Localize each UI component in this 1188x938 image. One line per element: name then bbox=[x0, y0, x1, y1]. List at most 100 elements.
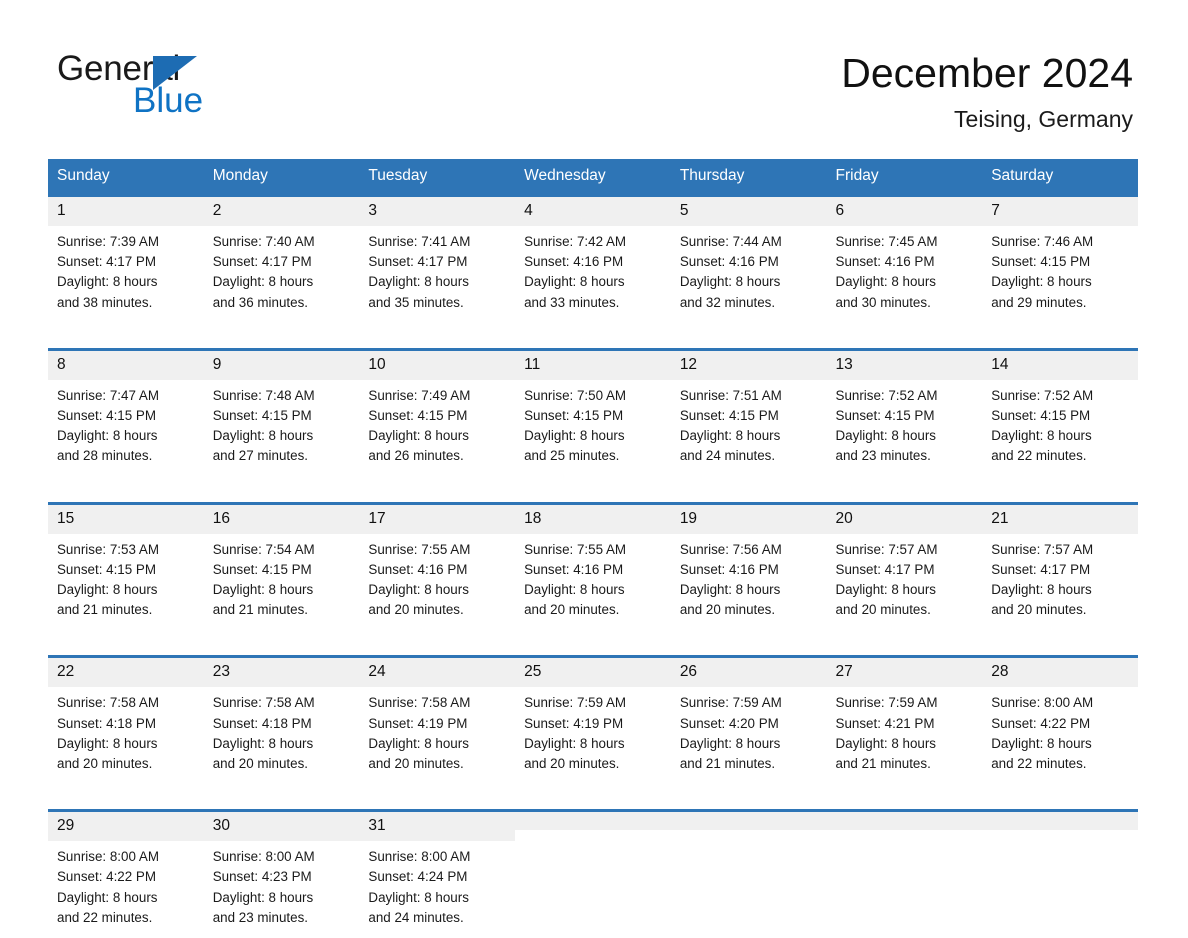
day-number bbox=[827, 812, 983, 830]
daylight-text-line1: Daylight: 8 hours bbox=[524, 580, 665, 600]
day-details: Sunrise: 7:41 AM Sunset: 4:17 PM Dayligh… bbox=[359, 226, 515, 323]
day-number: 29 bbox=[48, 812, 204, 841]
daylight-text-line2: and 20 minutes. bbox=[524, 600, 665, 620]
daylight-text-line1: Daylight: 8 hours bbox=[368, 580, 509, 600]
day-cell[interactable]: 15 Sunrise: 7:53 AM Sunset: 4:15 PM Dayl… bbox=[48, 503, 204, 630]
daylight-text-line1: Daylight: 8 hours bbox=[57, 426, 198, 446]
day-cell[interactable]: 31 Sunrise: 8:00 AM Sunset: 4:24 PM Dayl… bbox=[359, 811, 515, 938]
daylight-text-line1: Daylight: 8 hours bbox=[524, 272, 665, 292]
sunrise-text: Sunrise: 7:55 AM bbox=[368, 540, 509, 560]
day-number: 28 bbox=[982, 658, 1138, 687]
day-cell[interactable]: 23 Sunrise: 7:58 AM Sunset: 4:18 PM Dayl… bbox=[204, 657, 360, 784]
sunset-text: Sunset: 4:18 PM bbox=[57, 714, 198, 734]
day-cell[interactable]: 7 Sunrise: 7:46 AM Sunset: 4:15 PM Dayli… bbox=[982, 196, 1138, 323]
day-number: 15 bbox=[48, 505, 204, 534]
daylight-text-line2: and 32 minutes. bbox=[680, 293, 821, 313]
calendar-week-row: 29 Sunrise: 8:00 AM Sunset: 4:22 PM Dayl… bbox=[48, 811, 1138, 938]
day-cell[interactable]: 16 Sunrise: 7:54 AM Sunset: 4:15 PM Dayl… bbox=[204, 503, 360, 630]
day-cell[interactable]: 8 Sunrise: 7:47 AM Sunset: 4:15 PM Dayli… bbox=[48, 349, 204, 476]
day-cell[interactable]: 9 Sunrise: 7:48 AM Sunset: 4:15 PM Dayli… bbox=[204, 349, 360, 476]
sunset-text: Sunset: 4:15 PM bbox=[213, 560, 354, 580]
sunrise-text: Sunrise: 7:57 AM bbox=[991, 540, 1132, 560]
sunset-text: Sunset: 4:16 PM bbox=[836, 252, 977, 272]
sunrise-text: Sunrise: 7:41 AM bbox=[368, 232, 509, 252]
sunset-text: Sunset: 4:16 PM bbox=[680, 252, 821, 272]
day-cell[interactable]: 12 Sunrise: 7:51 AM Sunset: 4:15 PM Dayl… bbox=[671, 349, 827, 476]
day-details: Sunrise: 7:56 AM Sunset: 4:16 PM Dayligh… bbox=[671, 534, 827, 631]
day-number: 3 bbox=[359, 197, 515, 226]
day-details: Sunrise: 7:53 AM Sunset: 4:15 PM Dayligh… bbox=[48, 534, 204, 631]
sunset-text: Sunset: 4:24 PM bbox=[368, 867, 509, 887]
day-details: Sunrise: 7:47 AM Sunset: 4:15 PM Dayligh… bbox=[48, 380, 204, 477]
day-cell[interactable]: 17 Sunrise: 7:55 AM Sunset: 4:16 PM Dayl… bbox=[359, 503, 515, 630]
day-number bbox=[671, 812, 827, 830]
sunrise-text: Sunrise: 8:00 AM bbox=[991, 693, 1132, 713]
day-cell[interactable]: 19 Sunrise: 7:56 AM Sunset: 4:16 PM Dayl… bbox=[671, 503, 827, 630]
day-cell[interactable]: 3 Sunrise: 7:41 AM Sunset: 4:17 PM Dayli… bbox=[359, 196, 515, 323]
calendar-week-row: 8 Sunrise: 7:47 AM Sunset: 4:15 PM Dayli… bbox=[48, 349, 1138, 476]
sunrise-text: Sunrise: 7:59 AM bbox=[524, 693, 665, 713]
day-number: 31 bbox=[359, 812, 515, 841]
day-number: 23 bbox=[204, 658, 360, 687]
day-cell[interactable]: 29 Sunrise: 8:00 AM Sunset: 4:22 PM Dayl… bbox=[48, 811, 204, 938]
day-number: 16 bbox=[204, 505, 360, 534]
title-block: December 2024 Teising, Germany bbox=[841, 48, 1133, 133]
daylight-text-line1: Daylight: 8 hours bbox=[836, 426, 977, 446]
sunset-text: Sunset: 4:19 PM bbox=[368, 714, 509, 734]
day-cell[interactable]: 13 Sunrise: 7:52 AM Sunset: 4:15 PM Dayl… bbox=[827, 349, 983, 476]
week-spacer bbox=[48, 323, 1138, 350]
day-details: Sunrise: 8:00 AM Sunset: 4:24 PM Dayligh… bbox=[359, 841, 515, 938]
day-cell[interactable]: 20 Sunrise: 7:57 AM Sunset: 4:17 PM Dayl… bbox=[827, 503, 983, 630]
day-cell[interactable]: 10 Sunrise: 7:49 AM Sunset: 4:15 PM Dayl… bbox=[359, 349, 515, 476]
day-details bbox=[671, 830, 827, 846]
day-cell[interactable]: 5 Sunrise: 7:44 AM Sunset: 4:16 PM Dayli… bbox=[671, 196, 827, 323]
calendar-body: 1 Sunrise: 7:39 AM Sunset: 4:17 PM Dayli… bbox=[48, 196, 1138, 938]
week-spacer bbox=[48, 630, 1138, 657]
day-number: 6 bbox=[827, 197, 983, 226]
day-cell[interactable]: 30 Sunrise: 8:00 AM Sunset: 4:23 PM Dayl… bbox=[204, 811, 360, 938]
day-cell-empty bbox=[827, 811, 983, 938]
day-cell[interactable]: 6 Sunrise: 7:45 AM Sunset: 4:16 PM Dayli… bbox=[827, 196, 983, 323]
day-number: 18 bbox=[515, 505, 671, 534]
day-cell[interactable]: 4 Sunrise: 7:42 AM Sunset: 4:16 PM Dayli… bbox=[515, 196, 671, 323]
day-details: Sunrise: 7:58 AM Sunset: 4:19 PM Dayligh… bbox=[359, 687, 515, 784]
day-cell[interactable]: 26 Sunrise: 7:59 AM Sunset: 4:20 PM Dayl… bbox=[671, 657, 827, 784]
daylight-text-line1: Daylight: 8 hours bbox=[680, 734, 821, 754]
day-cell[interactable]: 21 Sunrise: 7:57 AM Sunset: 4:17 PM Dayl… bbox=[982, 503, 1138, 630]
day-cell[interactable]: 24 Sunrise: 7:58 AM Sunset: 4:19 PM Dayl… bbox=[359, 657, 515, 784]
day-cell[interactable]: 22 Sunrise: 7:58 AM Sunset: 4:18 PM Dayl… bbox=[48, 657, 204, 784]
daylight-text-line1: Daylight: 8 hours bbox=[213, 272, 354, 292]
day-number: 25 bbox=[515, 658, 671, 687]
day-details bbox=[515, 830, 671, 846]
day-number: 2 bbox=[204, 197, 360, 226]
day-number: 11 bbox=[515, 351, 671, 380]
day-cell[interactable]: 25 Sunrise: 7:59 AM Sunset: 4:19 PM Dayl… bbox=[515, 657, 671, 784]
weekday-header-monday: Monday bbox=[204, 159, 360, 196]
day-cell-empty bbox=[515, 811, 671, 938]
day-cell[interactable]: 18 Sunrise: 7:55 AM Sunset: 4:16 PM Dayl… bbox=[515, 503, 671, 630]
sunset-text: Sunset: 4:22 PM bbox=[991, 714, 1132, 734]
day-number: 22 bbox=[48, 658, 204, 687]
day-cell[interactable]: 28 Sunrise: 8:00 AM Sunset: 4:22 PM Dayl… bbox=[982, 657, 1138, 784]
day-cell[interactable]: 27 Sunrise: 7:59 AM Sunset: 4:21 PM Dayl… bbox=[827, 657, 983, 784]
weekday-header-friday: Friday bbox=[827, 159, 983, 196]
page-title: December 2024 bbox=[841, 48, 1133, 98]
daylight-text-line2: and 22 minutes. bbox=[991, 446, 1132, 466]
location-subtitle: Teising, Germany bbox=[841, 105, 1133, 133]
sunrise-text: Sunrise: 7:39 AM bbox=[57, 232, 198, 252]
logo-text-general: General bbox=[57, 50, 387, 88]
sunrise-text: Sunrise: 7:52 AM bbox=[836, 386, 977, 406]
daylight-text-line2: and 20 minutes. bbox=[836, 600, 977, 620]
weekday-header-thursday: Thursday bbox=[671, 159, 827, 196]
sunset-text: Sunset: 4:17 PM bbox=[57, 252, 198, 272]
day-cell[interactable]: 11 Sunrise: 7:50 AM Sunset: 4:15 PM Dayl… bbox=[515, 349, 671, 476]
daylight-text-line1: Daylight: 8 hours bbox=[368, 272, 509, 292]
day-details bbox=[827, 830, 983, 846]
day-cell[interactable]: 2 Sunrise: 7:40 AM Sunset: 4:17 PM Dayli… bbox=[204, 196, 360, 323]
day-cell-empty bbox=[982, 811, 1138, 938]
weekday-header-saturday: Saturday bbox=[982, 159, 1138, 196]
day-cell[interactable]: 14 Sunrise: 7:52 AM Sunset: 4:15 PM Dayl… bbox=[982, 349, 1138, 476]
general-blue-logo: General Blue bbox=[57, 50, 387, 122]
day-cell[interactable]: 1 Sunrise: 7:39 AM Sunset: 4:17 PM Dayli… bbox=[48, 196, 204, 323]
day-number bbox=[982, 812, 1138, 830]
